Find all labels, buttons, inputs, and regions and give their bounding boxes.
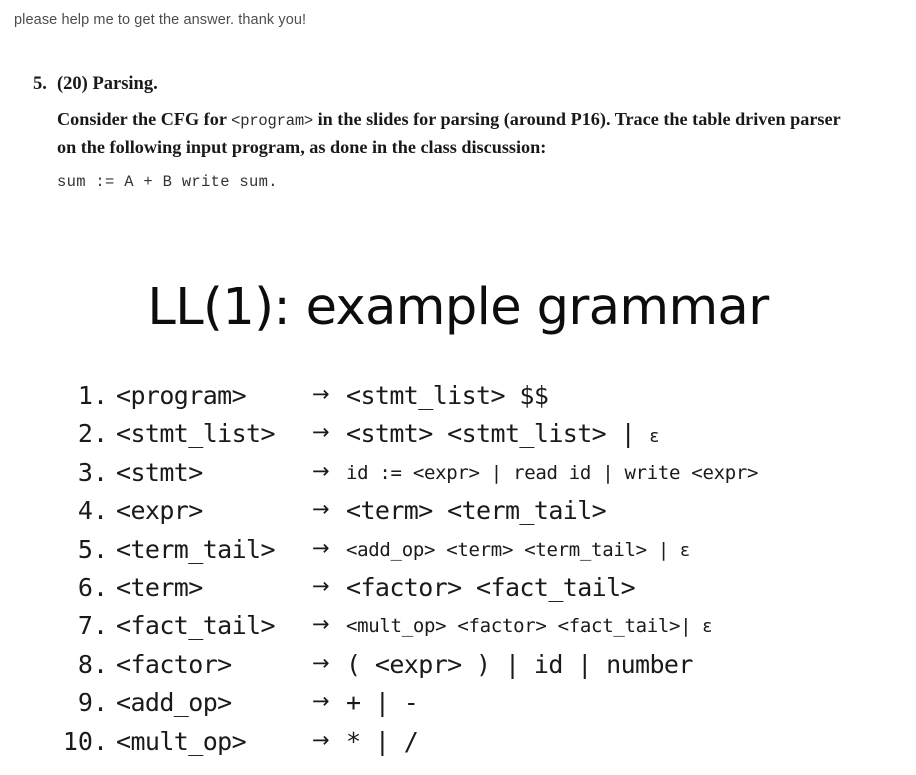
grammar-rule-rhs: id := <expr> | read id | write <expr> xyxy=(346,461,759,484)
arrow-icon: → xyxy=(312,420,330,445)
grammar-rule: 5. <term_tail> → <add_op> <term> <term_tail… xyxy=(0,535,916,573)
epsilon-symbol: ε xyxy=(680,539,690,561)
problem-body-nonterminal: <program> xyxy=(231,112,314,130)
grammar-rule-lhs: <program> xyxy=(116,381,247,410)
grammar-rule-lhs: <fact_tail> xyxy=(116,611,276,641)
grammar-rule-number: 1. xyxy=(77,381,108,410)
problem-input-program: sum := A + B write sum. xyxy=(57,173,278,191)
grammar-rule-lhs: <stmt> xyxy=(116,457,203,487)
arrow-icon: → xyxy=(312,573,330,598)
arrow-icon: → xyxy=(312,612,330,637)
grammar-rule: 6. <term> → <factor> <fact_tail> xyxy=(0,573,916,611)
arrow-icon: → xyxy=(312,497,330,522)
grammar-rule-lhs: <term> xyxy=(116,572,203,602)
grammar-rule: 10. <mult_op> → * | / xyxy=(0,727,916,765)
arrow-icon: → xyxy=(312,458,330,483)
grammar-rule: 2. <stmt_list> → <stmt> <stmt_list> | ε xyxy=(0,419,916,457)
grammar-rule-lhs: <stmt_list> xyxy=(116,419,276,449)
user-comment-text: please help me to get the answer. thank … xyxy=(14,12,307,28)
problem-title: (20) Parsing. xyxy=(57,74,158,94)
arrow-icon: → xyxy=(312,650,330,675)
arrow-icon: → xyxy=(312,382,330,406)
problem-number: 5. xyxy=(33,74,47,94)
grammar-rule-number: 5. xyxy=(77,534,108,564)
problem-body-text-1: Consider the CFG for xyxy=(57,109,232,129)
grammar-rule-number: 9. xyxy=(77,688,108,718)
grammar-rule-rhs: <term> <term_tail> xyxy=(346,496,607,526)
grammar-rule-number: 6. xyxy=(77,572,108,602)
grammar-rule-number: 3. xyxy=(77,457,108,487)
problem-heading: 5. (20) Parsing. xyxy=(0,74,916,95)
grammar-rule: 8. <factor> → ( <expr> ) | id | number xyxy=(0,650,916,688)
arrow-icon: → xyxy=(312,727,330,752)
grammar-rule-number: 4. xyxy=(77,496,108,526)
grammar-rule-number: 10. xyxy=(62,726,108,756)
grammar-rule: 3. <stmt> → id := <expr> | read id | write … xyxy=(0,458,916,496)
grammar-rule-lhs: <expr> xyxy=(116,496,203,526)
grammar-rule-rhs: <stmt> <stmt_list> | ε xyxy=(346,419,659,449)
epsilon-symbol: ε xyxy=(702,616,712,638)
problem-body: Consider the CFG for <program> in the sl… xyxy=(0,106,916,160)
grammar-rule-number: 2. xyxy=(77,419,108,449)
grammar-rule-lhs: <mult_op> xyxy=(116,726,247,756)
grammar-rule-number: 8. xyxy=(77,649,108,679)
grammar-rule-rhs: <stmt_list> $$ xyxy=(346,381,549,410)
arrow-icon: → xyxy=(312,535,330,560)
epsilon-symbol: ε xyxy=(649,426,659,448)
grammar-rule-rhs: <mult_op> <factor> <fact_tail>| ε xyxy=(346,615,712,638)
grammar-rule-lhs: <add_op> xyxy=(116,688,232,718)
grammar-rule-rhs: ( <expr> ) | id | number xyxy=(346,649,693,679)
grammar-rule-rhs: * | / xyxy=(346,726,419,756)
grammar-rule-rhs: <add_op> <term> <term_tail> | ε xyxy=(346,538,690,561)
grammar-rule-rhs: <factor> <fact_tail> xyxy=(346,572,636,602)
grammar-rule: 4. <expr> → <term> <term_tail> xyxy=(0,496,916,534)
grammar-rule-number: 7. xyxy=(77,611,108,641)
grammar-rule: 9. <add_op> → + | - xyxy=(0,688,916,726)
grammar-rule: 1. <program> → <stmt_list> $$ xyxy=(0,381,916,419)
slide-title: LL(1): example grammar xyxy=(147,278,769,337)
arrow-icon: → xyxy=(312,689,330,714)
grammar-rule-list: 1. <program> → <stmt_list> $$ 2. <stmt_list> →… xyxy=(0,381,916,765)
grammar-rule-lhs: <term_tail> xyxy=(116,534,276,564)
grammar-rule: 7. <fact_tail> → <mult_op> <factor> <fact_t… xyxy=(0,611,916,649)
grammar-rule-lhs: <factor> xyxy=(116,649,232,679)
grammar-rule-rhs: + | - xyxy=(346,688,419,718)
problem-statement: 5. (20) Parsing. Consider the CFG for <p… xyxy=(0,74,916,191)
